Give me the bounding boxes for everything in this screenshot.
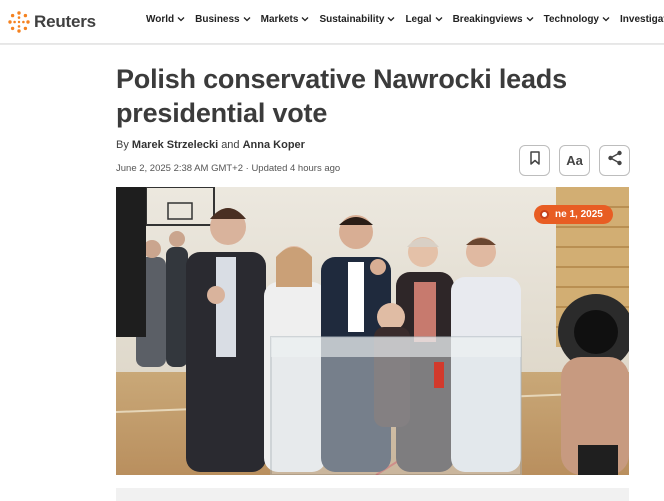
header-divider	[0, 44, 664, 45]
site-header: Reuters World Business Markets Sustainab…	[0, 0, 664, 44]
chevron-down-icon	[177, 14, 185, 25]
reuters-logo-icon	[8, 11, 30, 33]
reuters-logo[interactable]: Reuters	[7, 9, 96, 35]
nav-label: Technology	[543, 14, 599, 25]
text-size-button[interactable]: Aa	[559, 145, 590, 176]
nav-item-markets[interactable]: Markets	[261, 14, 310, 25]
logo-wordmark: Reuters	[34, 12, 96, 31]
chevron-down-icon	[602, 14, 610, 25]
caption-area	[116, 488, 629, 501]
live-dot-icon	[540, 210, 549, 219]
author-link-2[interactable]: Anna Koper	[243, 139, 305, 151]
nav-label: Investigations	[620, 14, 664, 25]
nav-label: Sustainability	[319, 14, 385, 25]
chevron-down-icon	[301, 14, 309, 25]
nav-item-investigations[interactable]: Investigations	[620, 14, 664, 25]
nav-label: World	[146, 14, 175, 25]
article-headline: Polish conservative Nawrocki leads presi…	[116, 64, 567, 128]
nav-item-sustainability[interactable]: Sustainability	[319, 14, 395, 25]
article-tools: Aa	[519, 145, 630, 176]
nav-label: Breakingviews	[452, 14, 523, 25]
chevron-down-icon	[435, 14, 443, 25]
nav-item-world[interactable]: World	[146, 14, 185, 25]
article-dateline: June 2, 2025 2:38 AM GMT+2 · Updated 4 h…	[116, 163, 341, 174]
nav-item-business[interactable]: Business	[195, 14, 251, 25]
nav-item-breakingviews[interactable]: Breakingviews	[453, 14, 534, 25]
nav-item-technology[interactable]: Technology	[544, 14, 610, 25]
nav-label: Business	[195, 14, 240, 25]
share-icon	[607, 150, 623, 171]
chevron-down-icon	[243, 14, 251, 25]
author-link-1[interactable]: Marek Strzelecki	[132, 139, 218, 151]
date-badge-text: ne 1, 2025	[555, 209, 603, 220]
byline: By Marek Strzelecki and Anna Koper	[116, 139, 305, 151]
date-badge: ne 1, 2025	[534, 205, 613, 224]
chevron-down-icon	[526, 14, 534, 25]
nav-label: Markets	[260, 14, 299, 25]
nav-label: Legal	[405, 14, 432, 25]
text-size-label: Aa	[566, 153, 583, 168]
article-photo[interactable]: ne 1, 2025	[116, 187, 629, 475]
nav-item-legal[interactable]: Legal	[405, 14, 443, 25]
byline-prefix: By	[116, 139, 129, 151]
bookmark-icon	[529, 151, 541, 170]
bookmark-button[interactable]	[519, 145, 550, 176]
main-nav: World Business Markets Sustainability Le…	[146, 14, 664, 25]
chevron-down-icon	[387, 14, 395, 25]
byline-and: and	[221, 139, 240, 151]
photo-image	[116, 187, 629, 475]
share-button[interactable]	[599, 145, 630, 176]
